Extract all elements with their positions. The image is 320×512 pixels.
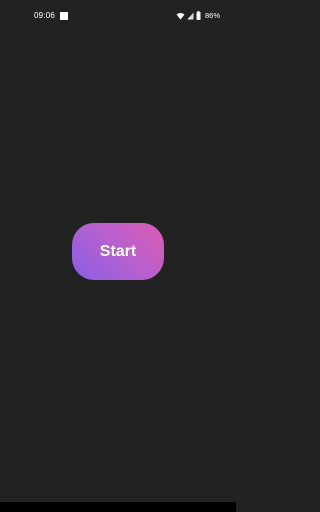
- status-time: 09:06: [34, 11, 56, 20]
- notification-square-icon: [60, 12, 68, 20]
- wifi-icon: [176, 12, 185, 20]
- status-icons: 86%: [176, 11, 220, 20]
- app-screen: 09:06 86% Start: [0, 0, 236, 512]
- start-button[interactable]: Start: [72, 223, 164, 280]
- status-bar: 09:06 86%: [0, 0, 236, 32]
- battery-percentage: 86%: [204, 11, 220, 20]
- battery-icon: [196, 11, 201, 20]
- navigation-bar: [0, 502, 236, 512]
- signal-icon: [187, 12, 194, 20]
